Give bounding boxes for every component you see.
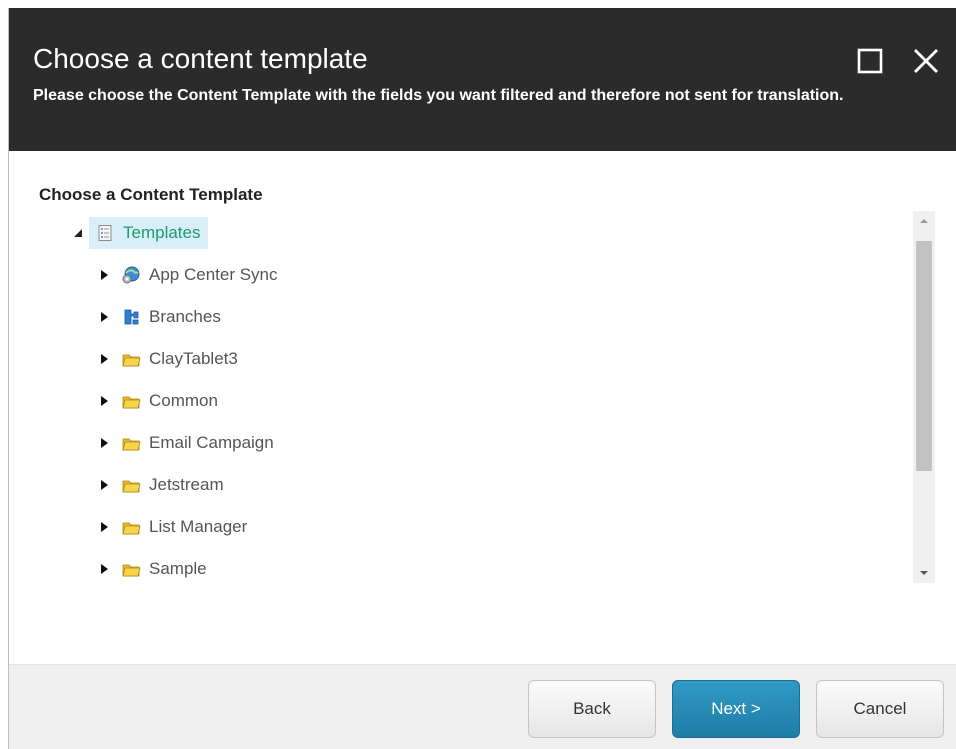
content-template-dialog: Choose a content template Please choose … — [8, 8, 956, 749]
close-button[interactable] — [911, 46, 941, 76]
tree-node-label: App Center Sync — [149, 265, 278, 284]
expand-arrow-icon[interactable] — [97, 436, 111, 450]
expand-arrow-icon[interactable] — [97, 268, 111, 282]
tree-node-email-campaign[interactable]: Email Campaign — [115, 427, 282, 459]
collapse-arrow-icon[interactable] — [71, 226, 85, 240]
tree-node-label: Jetstream — [149, 475, 224, 494]
tree-node-templates[interactable]: Templates — [89, 217, 209, 249]
folder-icon — [121, 391, 141, 411]
close-icon — [914, 49, 938, 73]
tree-row-sample: Sample — [97, 553, 215, 585]
scroll-up-arrow-icon — [920, 219, 928, 223]
folder-icon — [121, 559, 141, 579]
tree-node-label: Common — [149, 391, 218, 410]
dialog-header: Choose a content template Please choose … — [9, 8, 956, 151]
tree-row-claytablet3: ClayTablet3 — [97, 343, 246, 375]
expand-arrow-icon[interactable] — [97, 352, 111, 366]
branches-icon — [121, 307, 141, 327]
folder-icon — [121, 475, 141, 495]
folder-icon — [121, 433, 141, 453]
maximize-icon — [857, 48, 883, 74]
scroll-thumb[interactable] — [916, 241, 932, 471]
tree-row-templates: Templates — [71, 217, 209, 249]
tree-node-list-manager[interactable]: List Manager — [115, 511, 255, 543]
tree-node-branches[interactable]: Branches — [115, 301, 229, 333]
tree-node-label: ClayTablet3 — [149, 349, 238, 368]
tree-node-label: List Manager — [149, 517, 248, 536]
tree-node-app-center-sync[interactable]: App Center Sync — [115, 259, 286, 291]
tree-node-label: Branches — [149, 307, 221, 326]
tree-node-label: Sample — [149, 559, 207, 578]
tree-row-email-campaign: Email Campaign — [97, 427, 282, 459]
tree-node-common[interactable]: Common — [115, 385, 226, 417]
dialog-subtitle: Please choose the Content Template with … — [33, 87, 844, 104]
tree-node-claytablet3[interactable]: ClayTablet3 — [115, 343, 246, 375]
expand-arrow-icon[interactable] — [97, 310, 111, 324]
dialog-content: Choose a Content Template Templates App … — [9, 151, 956, 664]
scroll-down-arrow-icon — [920, 571, 928, 575]
expand-arrow-icon[interactable] — [97, 394, 111, 408]
tree-row-jetstream: Jetstream — [97, 469, 232, 501]
cancel-button[interactable]: Cancel — [816, 680, 944, 738]
tree-row-app-center-sync: App Center Sync — [97, 259, 286, 291]
scroll-down-button[interactable] — [913, 563, 935, 583]
tree-scrollbar[interactable] — [913, 211, 935, 583]
tree-node-jetstream[interactable]: Jetstream — [115, 469, 232, 501]
back-button[interactable]: Back — [528, 680, 656, 738]
scroll-up-button[interactable] — [913, 211, 935, 231]
dialog-footer: Back Next > Cancel — [9, 664, 956, 749]
tree-row-branches: Branches — [97, 301, 229, 333]
tree-node-label: Templates — [123, 223, 201, 242]
maximize-button[interactable] — [855, 46, 885, 76]
folder-icon — [121, 349, 141, 369]
next-button[interactable]: Next > — [672, 680, 800, 738]
section-label: Choose a Content Template — [39, 185, 263, 204]
tree-node-sample[interactable]: Sample — [115, 553, 215, 585]
tree-node-label: Email Campaign — [149, 433, 274, 452]
globe-gear-icon — [121, 265, 141, 285]
dialog-title: Choose a content template — [33, 43, 368, 74]
tree-row-list-manager: List Manager — [97, 511, 255, 543]
template-tree: Templates App Center Sync Branches ClayT… — [9, 213, 909, 589]
expand-arrow-icon[interactable] — [97, 478, 111, 492]
folder-icon — [121, 517, 141, 537]
tree-row-common: Common — [97, 385, 226, 417]
template-icon — [95, 223, 115, 243]
expand-arrow-icon[interactable] — [97, 520, 111, 534]
expand-arrow-icon[interactable] — [97, 562, 111, 576]
